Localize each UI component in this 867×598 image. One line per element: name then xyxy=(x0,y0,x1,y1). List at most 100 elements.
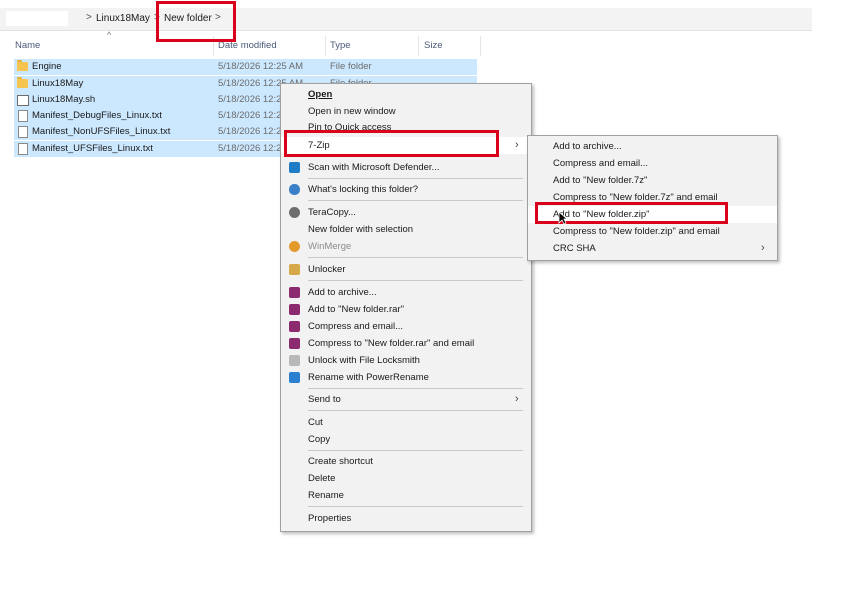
menu-item-properties[interactable]: Properties xyxy=(281,510,531,527)
menu-item-label: Add to "New folder.7z" xyxy=(553,175,648,186)
menu-item-label: New folder with selection xyxy=(308,224,414,235)
padlock-icon xyxy=(289,355,300,366)
file-date: 5/18/2026 12:25 AM xyxy=(218,61,304,72)
address-bar-hidden-segment xyxy=(6,11,68,26)
menu-item-label: Add to archive... xyxy=(308,287,377,298)
breadcrumb-item-linux18may[interactable]: Linux18May xyxy=(96,13,150,24)
menu-item-label: Copy xyxy=(308,434,331,445)
file-row[interactable]: Engine 5/18/2026 12:25 AM File folder xyxy=(14,59,477,75)
menu-item-label: Properties xyxy=(308,513,352,524)
menu-item-label: Compress and email... xyxy=(308,321,404,332)
file-name: Linux18May.sh xyxy=(32,94,96,105)
submenu-item-add-archive[interactable]: Add to archive... xyxy=(528,138,777,155)
menu-item-new-folder-with-selection[interactable]: New folder with selection xyxy=(281,221,531,238)
menu-item-label: What's locking this folder? xyxy=(308,184,419,195)
chevron-right-icon: › xyxy=(515,139,519,151)
menu-item-add-to-rar[interactable]: Add to "New folder.rar" xyxy=(281,301,531,318)
menu-item-unlocker[interactable]: Unlocker xyxy=(281,261,531,278)
column-divider[interactable] xyxy=(418,36,419,56)
file-name: Linux18May xyxy=(32,78,84,89)
menu-item-rename[interactable]: Rename xyxy=(281,487,531,504)
folder-icon xyxy=(17,77,28,88)
menu-item-open[interactable]: Open xyxy=(281,86,531,103)
menu-separator xyxy=(308,257,523,258)
menu-item-label: Delete xyxy=(308,473,336,484)
menu-item-label: Scan with Microsoft Defender... xyxy=(308,162,440,173)
menu-item-whats-locking[interactable]: What's locking this folder? xyxy=(281,181,531,198)
annotation-highlight-7zip xyxy=(284,130,499,157)
menu-item-create-shortcut[interactable]: Create shortcut xyxy=(281,453,531,470)
lock-search-icon xyxy=(289,184,300,195)
menu-item-label: TeraCopy... xyxy=(308,207,356,218)
mouse-cursor-icon xyxy=(558,211,568,225)
file-name: Engine xyxy=(32,61,62,72)
window-edge xyxy=(812,0,867,598)
menu-item-label: Compress and email... xyxy=(553,158,649,169)
winrar-icon xyxy=(289,338,300,349)
menu-separator xyxy=(308,200,523,201)
text-file-icon xyxy=(18,110,28,122)
chevron-right-icon: › xyxy=(761,242,765,254)
submenu-item-crc-sha[interactable]: CRC SHA › xyxy=(528,240,777,257)
magic-wand-icon xyxy=(289,264,300,275)
menu-separator xyxy=(308,506,523,507)
menu-item-file-locksmith[interactable]: Unlock with File Locksmith xyxy=(281,352,531,369)
menu-item-rar-add-archive[interactable]: Add to archive... xyxy=(281,284,531,301)
menu-item-label: Add to "New folder.rar" xyxy=(308,304,404,315)
menu-item-label: Compress to "New folder.zip" and email xyxy=(553,226,720,237)
column-header-size[interactable]: Size xyxy=(424,40,442,51)
menu-item-powerrename[interactable]: Rename with PowerRename xyxy=(281,369,531,386)
rename-icon xyxy=(289,372,300,383)
submenu-item-compress-zip-email[interactable]: Compress to "New folder.zip" and email xyxy=(528,223,777,240)
menu-item-label: Compress to "New folder.rar" and email xyxy=(308,338,475,349)
submenu-item-add-7z[interactable]: Add to "New folder.7z" xyxy=(528,172,777,189)
column-divider[interactable] xyxy=(325,36,326,56)
column-header-type[interactable]: Type xyxy=(330,40,351,51)
menu-item-label: WinMerge xyxy=(308,241,352,252)
file-name: Manifest_UFSFiles_Linux.txt xyxy=(32,143,153,154)
file-name: Manifest_DebugFiles_Linux.txt xyxy=(32,110,162,121)
submenu-item-compress-email[interactable]: Compress and email... xyxy=(528,155,777,172)
teracopy-icon xyxy=(289,207,300,218)
winrar-icon xyxy=(289,321,300,332)
file-date: 5/18/2026 12:24 xyxy=(218,143,287,154)
file-date: 5/18/2026 12:24 xyxy=(218,110,287,121)
folder-icon xyxy=(17,60,28,71)
menu-separator xyxy=(308,178,523,179)
file-type: File folder xyxy=(330,61,372,72)
menu-separator xyxy=(308,410,523,411)
menu-item-send-to[interactable]: Send to › xyxy=(281,391,531,408)
chevron-right-icon: › xyxy=(515,393,519,405)
shield-icon xyxy=(289,162,300,173)
menu-item-label: CRC SHA xyxy=(553,243,596,254)
winrar-icon xyxy=(289,304,300,315)
menu-item-label: Cut xyxy=(308,417,323,428)
menu-item-label: Open in new window xyxy=(308,106,396,117)
menu-item-open-new-window[interactable]: Open in new window xyxy=(281,103,531,120)
menu-item-defender[interactable]: Scan with Microsoft Defender... xyxy=(281,159,531,176)
menu-separator xyxy=(308,280,523,281)
menu-item-label: Open xyxy=(308,89,333,100)
column-divider[interactable] xyxy=(480,36,481,56)
menu-item-label: Send to xyxy=(308,394,341,405)
menu-item-cut[interactable]: Cut xyxy=(281,414,531,431)
text-file-icon xyxy=(18,143,28,155)
script-file-icon xyxy=(17,95,29,106)
file-name: Manifest_NonUFSFiles_Linux.txt xyxy=(32,126,171,137)
column-header-name[interactable]: Name xyxy=(15,40,40,51)
menu-item-rar-compress-email[interactable]: Compress and email... xyxy=(281,318,531,335)
menu-item-label: Create shortcut xyxy=(308,456,373,467)
sort-ascending-icon: ^ xyxy=(107,30,112,40)
address-bar[interactable]: > Linux18May > New folder > xyxy=(0,8,812,31)
submenu-7zip: Add to archive... Compress and email... … xyxy=(527,135,778,261)
menu-item-winmerge[interactable]: WinMerge xyxy=(281,238,531,255)
menu-item-compress-rar-email[interactable]: Compress to "New folder.rar" and email xyxy=(281,335,531,352)
menu-separator xyxy=(308,388,523,389)
menu-item-label: Add to archive... xyxy=(553,141,622,152)
menu-item-teracopy[interactable]: TeraCopy... xyxy=(281,204,531,221)
chevron-right-icon: > xyxy=(86,12,92,23)
menu-item-label: Unlocker xyxy=(308,264,346,275)
winrar-icon xyxy=(289,287,300,298)
menu-item-delete[interactable]: Delete xyxy=(281,470,531,487)
menu-item-copy[interactable]: Copy xyxy=(281,431,531,448)
